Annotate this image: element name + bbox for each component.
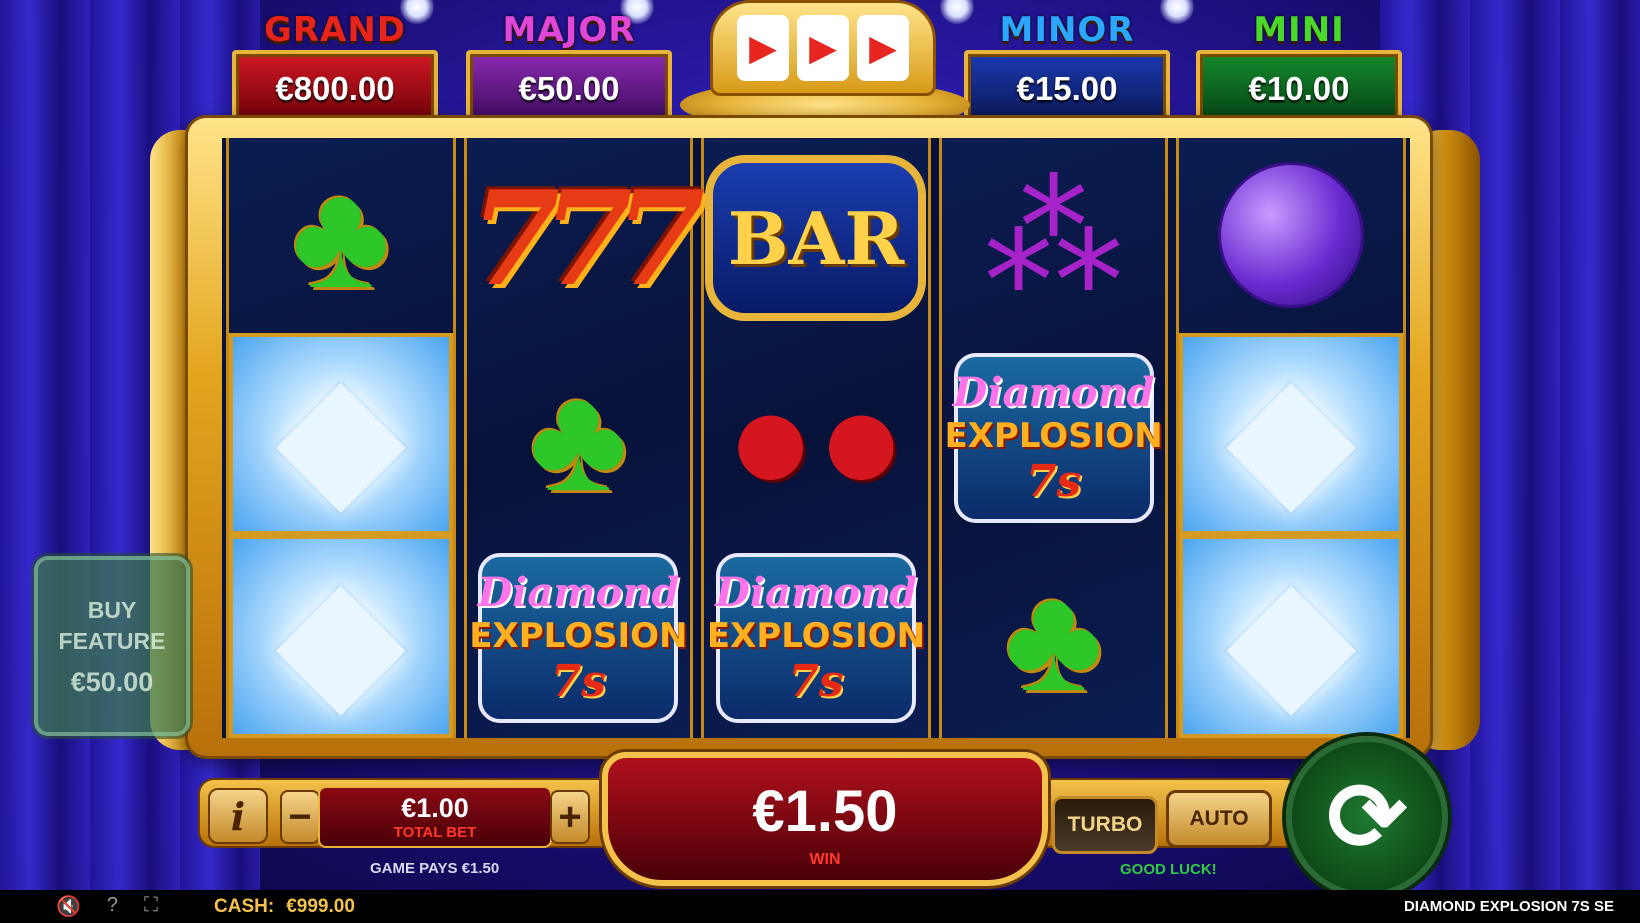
diamond-explosion-logo-symbol: Diamond EXPLOSION 7s <box>944 353 1163 523</box>
cash-value: €999.00 <box>286 895 355 917</box>
reel-4: ⁂ Diamond EXPLOSION 7s ♣ <box>938 138 1169 738</box>
reel-cell: ◆ <box>229 535 453 739</box>
reel-cell: Diamond EXPLOSION 7s <box>467 538 691 738</box>
clover-icon: ♣ <box>529 354 628 522</box>
jackpot-mini: MINI €10.00 <box>1192 10 1406 128</box>
logo-line-2: EXPLOSION <box>706 616 926 656</box>
jackpot-title: MAJOR <box>502 10 636 50</box>
jackpot-title: MINI <box>1253 10 1345 50</box>
total-bet-value: €1.00 <box>401 793 469 823</box>
jackpot-value: €15.00 <box>964 50 1170 128</box>
diamond-icon: ◆ <box>275 541 407 732</box>
bar-symbol: BAR <box>705 155 927 321</box>
total-bet-label: TOTAL BET <box>393 824 477 841</box>
logo-line-1: Diamond <box>477 569 680 616</box>
speaker-muted-icon[interactable]: 🔇 <box>56 894 81 919</box>
fullscreen-icon[interactable]: ⛶ <box>144 894 158 919</box>
reel-cell: ♣ <box>942 538 1166 738</box>
win-value: €1.50 <box>752 778 898 844</box>
reel-grid: ♣ ◆ ◆ 777 ♣ Diamond EXPLOSION 7s BAR ●● … <box>222 138 1410 739</box>
logo-line-2: EXPLOSION <box>944 416 1163 456</box>
diamond-explosion-logo-symbol: Diamond EXPLOSION 7s <box>469 553 688 723</box>
logo-line-1: Diamond <box>715 569 917 616</box>
buy-feature-label: FEATURE <box>58 627 166 654</box>
jackpot-value: €50.00 <box>466 50 672 128</box>
jackpot-title: MINOR <box>999 10 1135 50</box>
logo-line-3: 7s <box>1025 456 1082 507</box>
jackpot-major: MAJOR €50.00 <box>462 10 676 128</box>
game-name: DIAMOND EXPLOSION 7S SE <box>1403 898 1614 915</box>
grapes-icon: ⁂ <box>983 159 1124 316</box>
logo-line-2: EXPLOSION <box>469 616 688 656</box>
slot-machine-body: ▶ ▶ ▶ <box>710 0 936 96</box>
good-luck-text: GOOD LUCK! <box>1120 861 1217 878</box>
game-pays-text: GAME PAYS €1.50 <box>370 860 500 877</box>
help-icon[interactable]: ? <box>107 894 118 919</box>
triple-seven-icon: 777 <box>469 161 705 315</box>
reel-cell: ◆ <box>1179 332 1403 536</box>
spin-button[interactable]: ⟳ <box>1286 736 1448 890</box>
cherry-icon: ●● <box>725 354 907 522</box>
reel-cell: ♣ <box>467 338 691 538</box>
cash-label: CASH: <box>214 895 275 917</box>
diamond-icon: ◆ <box>1225 339 1357 529</box>
play-icon: ▶ <box>797 15 849 81</box>
buy-feature-price: €50.00 <box>70 666 154 697</box>
reel-5: ◆ ◆ <box>1176 138 1406 739</box>
logo-line-3: 7s <box>788 656 844 707</box>
logo-line-1: Diamond <box>952 369 1155 416</box>
turbo-button[interactable]: TURBO <box>1052 796 1158 854</box>
reel-cell: ♣ <box>229 138 453 333</box>
diamond-icon: ◆ <box>1225 541 1357 732</box>
game-stage: GRAND €800.00 MAJOR €50.00 MINOR €15.00 … <box>0 0 1640 890</box>
jackpot-value: €800.00 <box>232 50 438 128</box>
win-label: WIN <box>809 850 841 868</box>
win-display: €1.50 WIN <box>602 752 1048 886</box>
jackpot-minor: MINOR €15.00 <box>960 10 1174 128</box>
autoplay-button[interactable]: AUTO <box>1166 790 1272 848</box>
buy-feature-button[interactable]: BUY FEATURE €50.00 <box>34 556 190 736</box>
logo-line-3: 7s <box>550 656 607 707</box>
diamond-explosion-logo-symbol: Diamond EXPLOSION 7s <box>707 553 925 723</box>
clover-icon: ♣ <box>291 151 391 320</box>
jackpot-value: €10.00 <box>1196 50 1402 128</box>
slot-machine-icon: ▶ ▶ ▶ <box>680 0 970 130</box>
reel-cell: Diamond EXPLOSION 7s <box>704 538 928 738</box>
play-icon: ▶ <box>737 15 789 81</box>
buy-feature-label: BUY <box>87 596 137 623</box>
reel-cell: 777 <box>467 138 705 338</box>
jackpot-title: GRAND <box>263 10 407 50</box>
refresh-arrows-icon: ⟳ <box>1326 764 1408 871</box>
jackpot-grand: GRAND €800.00 <box>228 10 442 128</box>
bet-decrease-button[interactable]: − <box>280 790 320 844</box>
diamond-icon: ◆ <box>275 339 407 529</box>
reel-3: BAR ●● Diamond EXPLOSION 7s <box>701 138 931 738</box>
reel-cell: ◆ <box>1179 535 1403 739</box>
plum-icon <box>1221 165 1362 306</box>
reel-cell: ◆ <box>229 332 453 536</box>
info-button[interactable]: i <box>208 788 268 844</box>
reel-cell: BAR <box>704 138 928 338</box>
reel-cell: ●● <box>704 338 928 538</box>
reel-1: ♣ ◆ ◆ <box>226 138 456 739</box>
reel-2: 777 ♣ Diamond EXPLOSION 7s <box>463 138 705 738</box>
play-icon: ▶ <box>857 15 909 81</box>
total-bet-display: €1.00 TOTAL BET <box>318 786 552 848</box>
status-bar: 🔇 ? ⛶ CASH: €999.00 DIAMOND EXPLOSION 7S… <box>0 890 1640 923</box>
bet-increase-button[interactable]: + <box>550 790 590 844</box>
reel-cell <box>1179 138 1403 333</box>
status-icons: 🔇 ? ⛶ <box>56 894 158 919</box>
clover-icon: ♣ <box>1004 554 1103 722</box>
reel-cell: Diamond EXPLOSION 7s <box>942 338 1166 538</box>
reel-cell: ⁂ <box>942 138 1166 338</box>
